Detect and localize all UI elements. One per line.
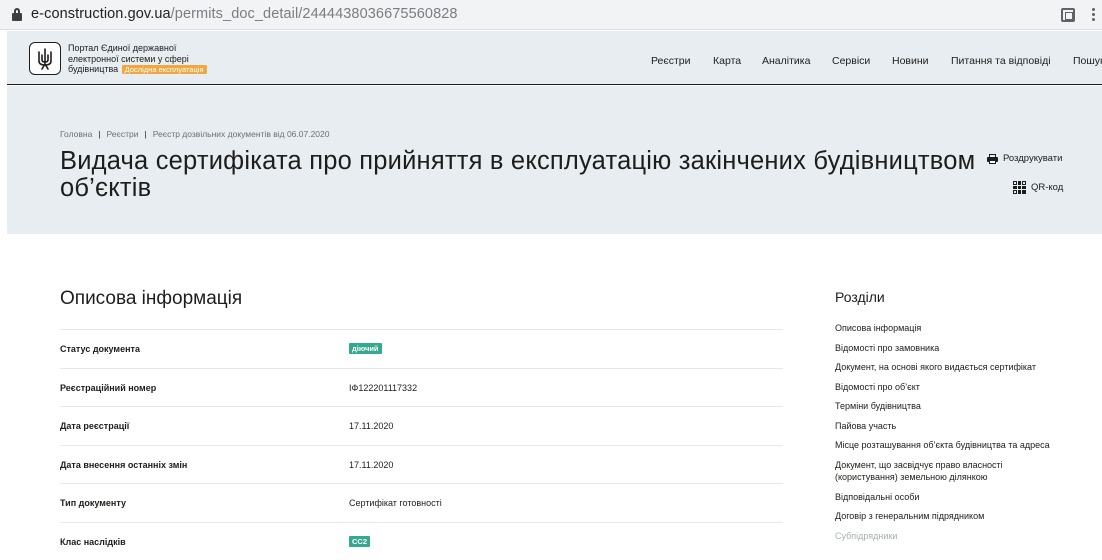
qr-label: QR-код <box>1031 182 1063 193</box>
table-row: Дата внесення останніх змін 17.11.2020 <box>60 445 783 484</box>
row-value: Сертифікат готовності <box>349 498 442 508</box>
qr-code-extension-icon[interactable] <box>1061 8 1075 22</box>
row-label: Реєстраційний номер <box>60 383 156 393</box>
section-link-basis-document[interactable]: Документ, на основі якого видається серт… <box>835 361 1085 374</box>
nav-item-services[interactable]: Сервіси <box>832 55 870 67</box>
consequence-class-badge: СС2 <box>349 536 370 547</box>
qr-code-button[interactable]: QR-код <box>1013 181 1063 194</box>
breadcrumb: Головна|Реєстри|Реєстр дозвільних докуме… <box>60 129 330 139</box>
section-link-share-participation[interactable]: Пайова участь <box>835 420 1085 433</box>
print-label: Роздрукувати <box>1003 153 1062 164</box>
site-header: Портал Єдиної державної електронної сист… <box>7 31 1102 85</box>
portal-name[interactable]: Портал Єдиної державної електронної сист… <box>68 43 228 75</box>
section-link-general-contractor[interactable]: Договір з генеральним підрядником <box>835 510 1085 523</box>
print-button[interactable]: Роздрукувати <box>987 153 1062 164</box>
browser-address-bar: e-construction.gov.ua/permits_doc_detail… <box>0 0 1102 30</box>
row-value: 17.11.2020 <box>349 460 393 470</box>
more-menu-icon[interactable] <box>1092 8 1096 22</box>
nav-item-map[interactable]: Карта <box>713 55 741 67</box>
row-value: 17.11.2020 <box>349 421 393 431</box>
url-path: /permits_doc_detail/2444438036675560828 <box>171 6 458 22</box>
url-domain: e-construction.gov.ua <box>31 6 171 22</box>
qr-code-icon <box>1013 181 1026 194</box>
lock-icon[interactable] <box>12 8 22 21</box>
section-link-terms[interactable]: Терміни будівництва <box>835 400 1085 413</box>
nav-item-faq[interactable]: Питання та відповіді <box>951 55 1051 67</box>
row-label: Тип документу <box>60 498 126 508</box>
nav-item-news[interactable]: Новини <box>892 55 929 67</box>
sections-heading: Розділи <box>835 289 885 305</box>
page-title: Видача сертифіката про прийняття в експл… <box>60 148 1000 202</box>
description-heading: Описова інформація <box>60 288 242 310</box>
section-link-object[interactable]: Відомості про об’єкт <box>835 381 1085 394</box>
url-field[interactable]: e-construction.gov.ua/permits_doc_detail… <box>31 6 458 22</box>
section-link-description[interactable]: Описова інформація <box>835 322 1085 335</box>
beta-badge: Дослідна експлуатація <box>122 65 207 74</box>
row-value: ІФ122201117332 <box>349 383 417 393</box>
table-row: Реєстраційний номер ІФ122201117332 <box>60 368 783 407</box>
row-label: Статус документа <box>60 344 140 354</box>
breadcrumb-registries[interactable]: Реєстри <box>107 129 139 139</box>
breadcrumb-home[interactable]: Головна <box>60 129 92 139</box>
section-link-responsible-persons[interactable]: Відповідальні особи <box>835 491 1085 504</box>
nav-item-search[interactable]: Пошук <box>1073 55 1102 67</box>
sections-list: Описова інформація Відомості про замовни… <box>835 322 1085 542</box>
row-label: Дата реєстрації <box>60 421 129 431</box>
printer-icon <box>987 154 998 164</box>
table-row: Статус документа діючий <box>60 329 783 368</box>
page-hero: Головна|Реєстри|Реєстр дозвільних докуме… <box>7 86 1102 234</box>
info-table: Статус документа діючий Реєстраційний но… <box>60 329 783 560</box>
nav-item-analytics[interactable]: Аналітика <box>762 55 810 67</box>
section-link-subcontractors[interactable]: Субпідрядники <box>835 530 1085 543</box>
table-row: Дата реєстрації 17.11.2020 <box>60 406 783 445</box>
section-link-land-rights[interactable]: Документ, що засвідчує право власності (… <box>835 459 1035 484</box>
table-row: Тип документу Сертифікат готовності <box>60 483 783 522</box>
row-label: Дата внесення останніх змін <box>60 460 187 470</box>
row-label: Клас наслідків <box>60 537 126 547</box>
section-link-location[interactable]: Місце розташування об’єкта будівництва т… <box>835 439 1085 452</box>
section-link-customer[interactable]: Відомості про замовника <box>835 342 1085 355</box>
table-row: Клас наслідків СС2 <box>60 522 783 560</box>
nav-item-registries[interactable]: Реєстри <box>651 55 691 67</box>
breadcrumb-current: Реєстр дозвільних документів від 06.07.2… <box>153 129 330 139</box>
trident-logo-icon[interactable] <box>29 42 61 75</box>
status-badge: діючий <box>349 343 382 354</box>
